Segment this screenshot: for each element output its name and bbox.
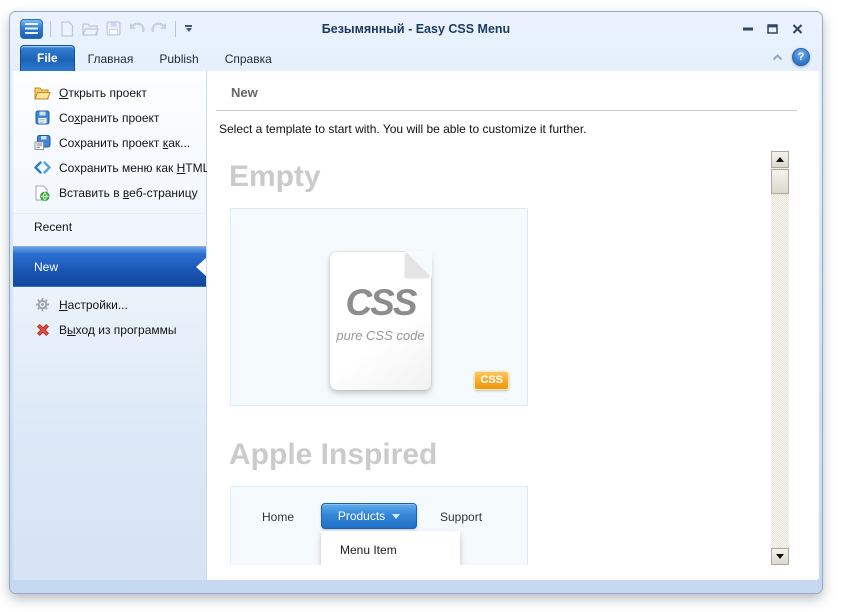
- recent-label: Recent: [34, 220, 72, 234]
- preview-menu-support: Support: [440, 510, 482, 524]
- minimize-icon[interactable]: [741, 23, 754, 35]
- help-icon[interactable]: ?: [792, 48, 810, 66]
- collapse-ribbon-icon[interactable]: [772, 48, 783, 66]
- window-controls: [741, 23, 812, 35]
- app-window: Безымянный - Easy CSS Menu File Главная …: [10, 12, 822, 593]
- customize-toolbar-icon[interactable]: [183, 25, 194, 32]
- title-bar: Безымянный - Easy CSS Menu: [10, 12, 822, 45]
- preview-dropdown-item: Menu Item: [321, 531, 460, 557]
- menu-item-insert-into-webpage[interactable]: Вставить в веб-страницу: [13, 180, 206, 205]
- sidebar-item-recent[interactable]: Recent: [13, 213, 206, 239]
- page-subtitle: Select a template to start with. You wil…: [219, 122, 587, 136]
- tab-file[interactable]: File: [20, 45, 75, 71]
- page-title: New: [231, 85, 258, 100]
- undo-icon[interactable]: [127, 20, 145, 38]
- maximize-icon[interactable]: [766, 23, 779, 35]
- css-doc-title: CSS: [330, 282, 431, 324]
- menu-item-label: Сохранить проект как...: [59, 136, 190, 150]
- toolbar-separator: [175, 21, 176, 37]
- save-as-icon: [34, 135, 51, 151]
- gear-icon: [34, 297, 51, 313]
- customize-bar: [185, 25, 192, 27]
- css-doc-subtitle: pure CSS code: [330, 328, 431, 343]
- menu-item-save-project[interactable]: Сохранить проект: [13, 105, 206, 130]
- html-code-icon: [34, 160, 51, 176]
- page-fold-icon: [406, 252, 431, 277]
- open-folder-icon: [34, 85, 51, 101]
- template-card-empty[interactable]: CSS pure CSS code CSS: [230, 208, 528, 406]
- menu-item-label: Выход из программы: [59, 323, 177, 337]
- products-label: Products: [338, 509, 385, 523]
- close-icon[interactable]: [791, 23, 804, 35]
- css-badge: CSS: [474, 371, 509, 390]
- css-document-icon: CSS pure CSS code: [330, 252, 431, 390]
- redo-icon[interactable]: [150, 20, 168, 38]
- scroll-up-icon[interactable]: [771, 151, 789, 168]
- open-project-icon[interactable]: [81, 20, 99, 38]
- menu-item-label: Вставить в веб-страницу: [59, 186, 198, 200]
- sidebar-item-new-selected[interactable]: New: [13, 246, 206, 287]
- down-arrow-glyph: [776, 554, 784, 559]
- menu-item-label: Открыть проект: [59, 86, 147, 100]
- menu-item-label: Сохранить меню как HTML: [59, 161, 209, 175]
- file-menu-sidebar: Открыть проект Сохранить проект Сохранит…: [13, 71, 207, 580]
- new-document-icon[interactable]: [58, 20, 76, 38]
- file-menu-group-top: Открыть проект Сохранить проект Сохранит…: [13, 71, 206, 205]
- quick-access-toolbar: [20, 19, 194, 39]
- menu-item-save-menu-as-html[interactable]: Сохранить меню как HTML: [13, 155, 206, 180]
- save-icon: [34, 110, 51, 126]
- menu-item-exit[interactable]: Выход из программы: [13, 317, 206, 342]
- app-menu-bars: [25, 23, 38, 34]
- template-card-apple-inspired[interactable]: Home Products Support Menu Item: [230, 486, 528, 565]
- new-label: New: [34, 260, 58, 274]
- menu-item-save-project-as[interactable]: Сохранить проект как...: [13, 130, 206, 155]
- up-arrow-glyph: [776, 157, 784, 162]
- selected-item-arrow: [196, 258, 206, 276]
- menu-item-label: Сохранить проект: [59, 111, 159, 125]
- window-body: Открыть проект Сохранить проект Сохранит…: [13, 71, 819, 580]
- ribbon-right-controls: ?: [772, 48, 810, 66]
- save-icon[interactable]: [104, 20, 122, 38]
- scroll-down-icon[interactable]: [771, 548, 789, 565]
- embed-page-icon: [34, 185, 51, 201]
- header-divider: [216, 110, 797, 111]
- template-heading-empty: Empty: [229, 160, 321, 194]
- menu-item-settings[interactable]: Настройки...: [13, 292, 206, 317]
- customize-caret: [186, 28, 192, 32]
- menu-item-label: Настройки...: [59, 298, 128, 312]
- vertical-scrollbar[interactable]: [771, 151, 789, 565]
- toolbar-separator: [50, 21, 51, 37]
- dropdown-caret-icon: [392, 514, 400, 519]
- menu-item-open-project[interactable]: Открыть проект: [13, 80, 206, 105]
- tab-home[interactable]: Главная: [75, 48, 147, 71]
- tab-publish[interactable]: Publish: [146, 48, 211, 71]
- preview-menu-products-button: Products: [321, 503, 417, 529]
- preview-dropdown-panel: Menu Item: [321, 531, 460, 565]
- template-heading-apple-inspired: Apple Inspired: [229, 438, 437, 472]
- template-scroll-viewport: Empty CSS pure CSS code CSS Apple Inspir…: [207, 151, 787, 565]
- scrollbar-thumb[interactable]: [771, 169, 789, 194]
- ribbon-tab-row: File Главная Publish Справка ?: [10, 45, 822, 71]
- file-menu-group-bottom: Настройки... Выход из программы: [13, 287, 206, 342]
- preview-menu-home: Home: [262, 510, 294, 524]
- tab-help[interactable]: Справка: [212, 48, 285, 71]
- exit-x-icon: [34, 322, 51, 338]
- content-pane: New Select a template to start with. You…: [207, 71, 819, 580]
- app-menu-icon[interactable]: [20, 19, 43, 39]
